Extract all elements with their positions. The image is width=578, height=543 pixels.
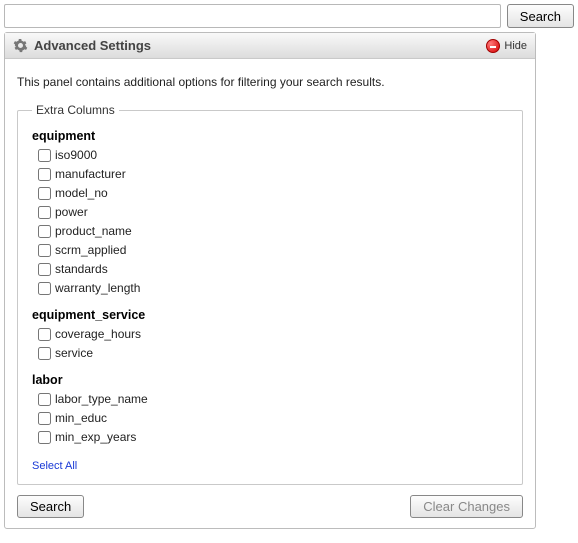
panel-body: This panel contains additional options f… xyxy=(5,59,535,528)
checkbox-row: iso9000 xyxy=(38,147,508,163)
checkbox-min-educ[interactable] xyxy=(38,412,51,425)
hide-label: Hide xyxy=(504,40,527,52)
checkbox-manufacturer[interactable] xyxy=(38,168,51,181)
checkbox-label: manufacturer xyxy=(55,166,126,182)
checkbox-label: labor_type_name xyxy=(55,391,148,407)
checkbox-row: scrm_applied xyxy=(38,242,508,258)
checkbox-label: warranty_length xyxy=(55,280,140,296)
checkbox-label: standards xyxy=(55,261,108,277)
panel-title: Advanced Settings xyxy=(34,38,486,53)
checkbox-row: labor_type_name xyxy=(38,391,508,407)
checkbox-standards[interactable] xyxy=(38,263,51,276)
search-button-bottom[interactable]: Search xyxy=(17,495,84,518)
checkbox-row: standards xyxy=(38,261,508,277)
group-title-equipment: equipment xyxy=(32,129,508,143)
checkbox-label: min_educ xyxy=(55,410,107,426)
checkbox-row: min_educ xyxy=(38,410,508,426)
checkbox-label: power xyxy=(55,204,88,220)
checkbox-iso9000[interactable] xyxy=(38,149,51,162)
panel-footer: Search Clear Changes xyxy=(17,495,523,518)
checkbox-warranty-length[interactable] xyxy=(38,282,51,295)
checkbox-label: service xyxy=(55,345,93,361)
gear-icon xyxy=(13,38,28,53)
minus-icon xyxy=(486,39,500,53)
extra-columns-fieldset: Extra Columns equipment iso9000 manufact… xyxy=(17,103,523,485)
checkbox-labor-type-name[interactable] xyxy=(38,393,51,406)
checkbox-row: coverage_hours xyxy=(38,326,508,342)
search-input[interactable] xyxy=(4,4,501,28)
checkbox-power[interactable] xyxy=(38,206,51,219)
panel-header: Advanced Settings Hide xyxy=(5,33,535,59)
checkbox-row: warranty_length xyxy=(38,280,508,296)
group-title-labor: labor xyxy=(32,373,508,387)
checkbox-row: product_name xyxy=(38,223,508,239)
search-button-top[interactable]: Search xyxy=(507,4,574,28)
checkbox-product-name[interactable] xyxy=(38,225,51,238)
clear-changes-button[interactable]: Clear Changes xyxy=(410,495,523,518)
fieldset-legend: Extra Columns xyxy=(32,103,119,117)
checkbox-min-exp-years[interactable] xyxy=(38,431,51,444)
checkbox-row: service xyxy=(38,345,508,361)
checkbox-row: min_exp_years xyxy=(38,429,508,445)
checkbox-row: manufacturer xyxy=(38,166,508,182)
select-all-link[interactable]: Select All xyxy=(32,460,77,472)
checkbox-service[interactable] xyxy=(38,347,51,360)
checkbox-label: iso9000 xyxy=(55,147,97,163)
checkbox-label: coverage_hours xyxy=(55,326,141,342)
checkbox-model-no[interactable] xyxy=(38,187,51,200)
panel-description: This panel contains additional options f… xyxy=(17,75,523,89)
checkbox-row: power xyxy=(38,204,508,220)
top-search-row: Search xyxy=(4,4,574,28)
checkbox-row: model_no xyxy=(38,185,508,201)
advanced-settings-panel: Advanced Settings Hide This panel contai… xyxy=(4,32,536,529)
checkbox-label: model_no xyxy=(55,185,108,201)
hide-toggle[interactable]: Hide xyxy=(486,39,527,53)
checkbox-coverage-hours[interactable] xyxy=(38,328,51,341)
checkbox-scrm-applied[interactable] xyxy=(38,244,51,257)
checkbox-label: product_name xyxy=(55,223,132,239)
checkbox-label: min_exp_years xyxy=(55,429,136,445)
checkbox-label: scrm_applied xyxy=(55,242,126,258)
group-title-equipment-service: equipment_service xyxy=(32,308,508,322)
